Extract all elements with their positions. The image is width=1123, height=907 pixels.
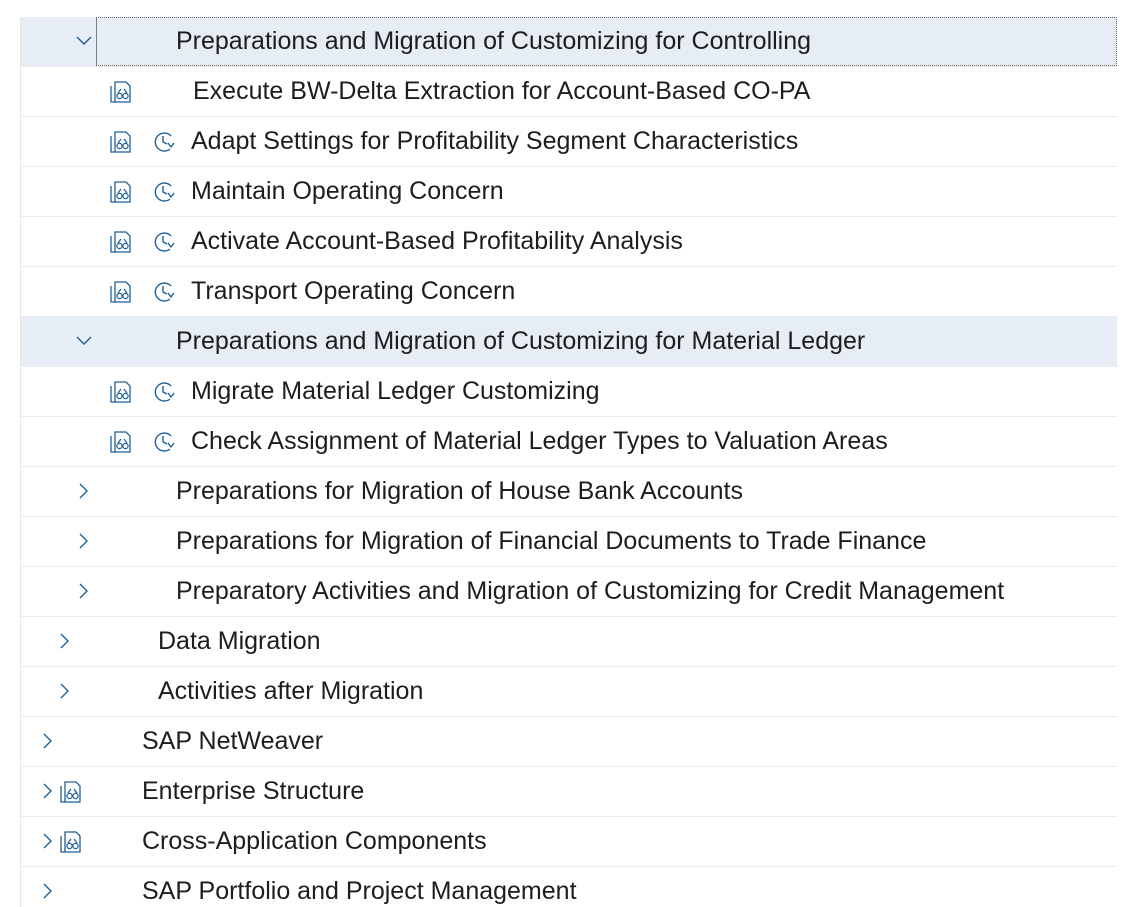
tree-node-label: Check Assignment of Material Ledger Type… bbox=[191, 427, 888, 455]
documentation-icon[interactable] bbox=[109, 80, 133, 104]
chevron-down-icon[interactable] bbox=[73, 30, 95, 52]
tree-node-trade-finance[interactable]: Preparations for Migration of Financial … bbox=[21, 517, 1117, 567]
documentation-icon[interactable] bbox=[109, 380, 133, 404]
tree-node-credit-management[interactable]: Preparatory Activities and Migration of … bbox=[21, 567, 1117, 617]
documentation-icon[interactable] bbox=[109, 130, 133, 154]
chevron-right-icon[interactable] bbox=[37, 780, 59, 802]
documentation-icon[interactable] bbox=[109, 230, 133, 254]
tree-node-label: Data Migration bbox=[158, 627, 321, 655]
tree-node-activity[interactable]: Check Assignment of Material Ledger Type… bbox=[21, 417, 1117, 467]
tree-node-label: Activate Account-Based Profitability Ana… bbox=[191, 227, 683, 255]
tree-node-label: Preparations for Migration of Financial … bbox=[176, 527, 927, 555]
tree-node-portfolio-project[interactable]: SAP Portfolio and Project Management bbox=[21, 867, 1117, 907]
tree-node-activity[interactable]: Maintain Operating Concern bbox=[21, 167, 1117, 217]
chevron-right-icon[interactable] bbox=[37, 830, 59, 852]
tree-node-label: SAP Portfolio and Project Management bbox=[142, 877, 577, 905]
execute-activity-icon[interactable] bbox=[152, 130, 176, 154]
tree-node-label: Cross-Application Components bbox=[142, 827, 487, 855]
tree-node-label: Execute BW-Delta Extraction for Account-… bbox=[193, 77, 811, 105]
chevron-down-icon[interactable] bbox=[73, 330, 95, 352]
documentation-icon[interactable] bbox=[59, 830, 83, 854]
tree-node-data-migration[interactable]: Data Migration bbox=[21, 617, 1117, 667]
tree-node-label: Maintain Operating Concern bbox=[191, 177, 504, 205]
tree-node-after-migration[interactable]: Activities after Migration bbox=[21, 667, 1117, 717]
tree-node-label: Enterprise Structure bbox=[142, 777, 365, 805]
tree-node-co-customizing[interactable]: Preparations and Migration of Customizin… bbox=[21, 17, 1117, 67]
chevron-right-icon[interactable] bbox=[73, 530, 95, 552]
tree-node-activity[interactable]: Activate Account-Based Profitability Ana… bbox=[21, 217, 1117, 267]
chevron-right-icon[interactable] bbox=[37, 730, 59, 752]
tree-node-house-bank[interactable]: Preparations for Migration of House Bank… bbox=[21, 467, 1117, 517]
execute-activity-icon[interactable] bbox=[152, 280, 176, 304]
tree-node-activity[interactable]: Adapt Settings for Profitability Segment… bbox=[21, 117, 1117, 167]
chevron-right-icon[interactable] bbox=[73, 580, 95, 602]
documentation-icon[interactable] bbox=[109, 430, 133, 454]
tree-node-label: Preparatory Activities and Migration of … bbox=[176, 577, 1005, 605]
documentation-icon[interactable] bbox=[109, 280, 133, 304]
tree-node-activity[interactable]: Execute BW-Delta Extraction for Account-… bbox=[21, 67, 1117, 117]
tree-node-label: Migrate Material Ledger Customizing bbox=[191, 377, 600, 405]
tree-node-label: Activities after Migration bbox=[158, 677, 424, 705]
tree-node-label: Preparations for Migration of House Bank… bbox=[176, 477, 743, 505]
chevron-right-icon[interactable] bbox=[73, 480, 95, 502]
tree-node-label: Adapt Settings for Profitability Segment… bbox=[191, 127, 799, 155]
tree-node-ml-customizing[interactable]: Preparations and Migration of Customizin… bbox=[21, 317, 1117, 367]
tree-node-label: Preparations and Migration of Customizin… bbox=[176, 327, 866, 355]
img-tree: Preparations and Migration of Customizin… bbox=[20, 17, 1117, 907]
tree-node-netweaver[interactable]: SAP NetWeaver bbox=[21, 717, 1117, 767]
execute-activity-icon[interactable] bbox=[152, 180, 176, 204]
tree-node-label: SAP NetWeaver bbox=[142, 727, 324, 755]
tree-node-cross-application[interactable]: Cross-Application Components bbox=[21, 817, 1117, 867]
execute-activity-icon[interactable] bbox=[152, 430, 176, 454]
chevron-right-icon[interactable] bbox=[54, 630, 76, 652]
tree-node-enterprise-structure[interactable]: Enterprise Structure bbox=[21, 767, 1117, 817]
tree-node-label: Transport Operating Concern bbox=[191, 277, 516, 305]
chevron-right-icon[interactable] bbox=[54, 680, 76, 702]
chevron-right-icon[interactable] bbox=[37, 880, 59, 902]
tree-node-activity[interactable]: Migrate Material Ledger Customizing bbox=[21, 367, 1117, 417]
tree-node-activity[interactable]: Transport Operating Concern bbox=[21, 267, 1117, 317]
execute-activity-icon[interactable] bbox=[152, 230, 176, 254]
documentation-icon[interactable] bbox=[59, 780, 83, 804]
execute-activity-icon[interactable] bbox=[152, 380, 176, 404]
tree-node-label: Preparations and Migration of Customizin… bbox=[176, 27, 812, 55]
documentation-icon[interactable] bbox=[109, 180, 133, 204]
